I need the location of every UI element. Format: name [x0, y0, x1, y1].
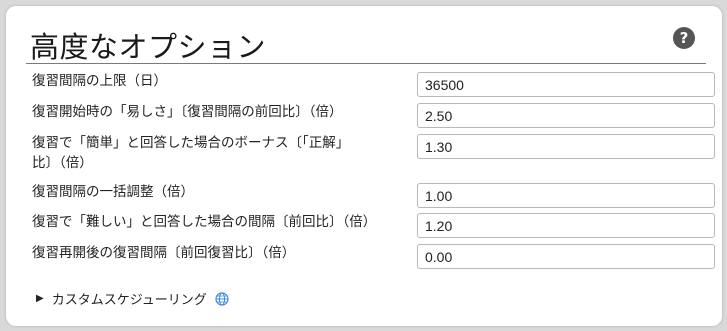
starting-ease-input[interactable]	[417, 103, 715, 128]
option-label: 復習開始時の「易しさ」〔復習間隔の前回比〕（倍）	[32, 104, 343, 120]
option-label: 復習間隔の上限（日）	[32, 73, 167, 89]
option-label: 復習再開後の復習間隔〔前回復習比〕（倍）	[32, 245, 296, 261]
option-label: 復習で「簡単」と回答した場合のボーナス〔「正解」比〕（倍）	[32, 135, 350, 171]
hard-interval-input[interactable]	[417, 213, 715, 238]
question-circle-icon[interactable]: ?	[673, 27, 695, 49]
option-label: 復習で「難しい」と回答した場合の間隔〔前回比〕（倍）	[32, 214, 377, 230]
title-divider	[26, 63, 706, 64]
triangle-right-icon: ▶	[36, 293, 44, 304]
max-interval-input[interactable]	[417, 72, 715, 97]
new-interval-input[interactable]	[417, 244, 715, 269]
interval-modifier-input[interactable]	[417, 183, 715, 208]
option-label: 復習間隔の一括調整（倍）	[32, 184, 194, 200]
globe-icon[interactable]	[215, 291, 229, 306]
custom-scheduling-toggle[interactable]: ▶ カスタムスケジューリング	[36, 289, 229, 308]
section-title: 高度なオプション	[30, 30, 267, 64]
easy-bonus-input[interactable]	[417, 134, 715, 159]
advanced-options-card: 高度なオプション ? 復習間隔の上限（日） 復習開始時の「易しさ」〔復習間隔の前…	[6, 6, 722, 326]
custom-scheduling-label: カスタムスケジューリング	[51, 293, 207, 308]
